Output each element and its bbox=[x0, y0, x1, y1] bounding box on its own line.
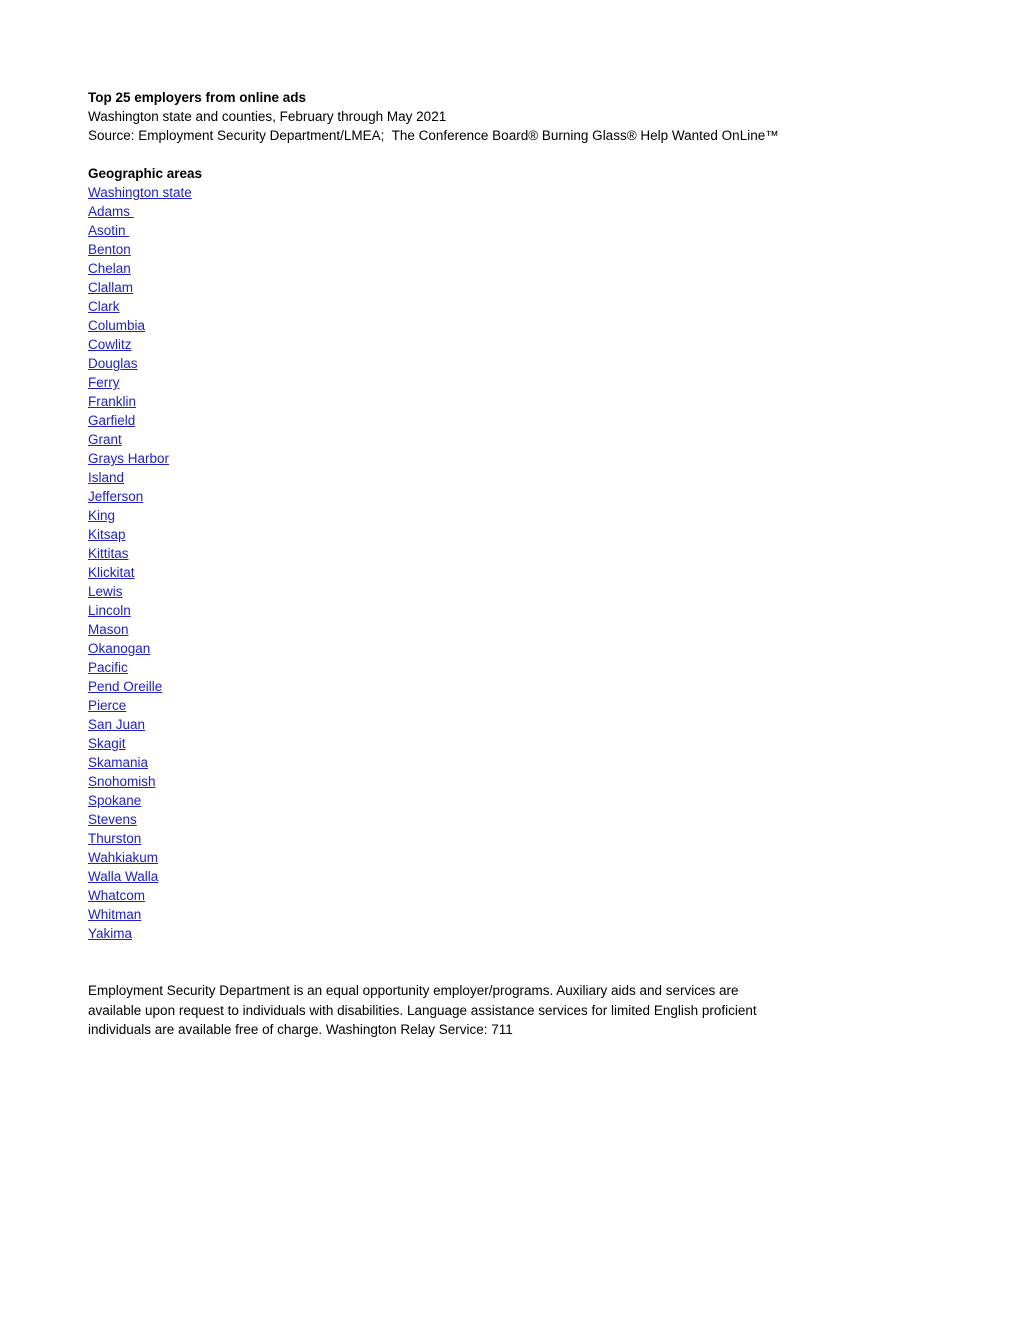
list-item: Douglas bbox=[88, 354, 932, 373]
geo-link-washington-state[interactable]: Washington state bbox=[88, 185, 192, 200]
list-item: Franklin bbox=[88, 392, 932, 411]
geo-link-franklin[interactable]: Franklin bbox=[88, 394, 136, 409]
geo-link-cowlitz[interactable]: Cowlitz bbox=[88, 337, 132, 352]
list-item: Pierce bbox=[88, 696, 932, 715]
geo-link-san-juan[interactable]: San Juan bbox=[88, 717, 145, 732]
list-footer-spacer bbox=[88, 943, 932, 981]
document-header: Top 25 employers from online ads Washing… bbox=[88, 88, 932, 145]
geo-link-clark[interactable]: Clark bbox=[88, 299, 120, 314]
document-title: Top 25 employers from online ads bbox=[88, 90, 307, 105]
geo-link-columbia[interactable]: Columbia bbox=[88, 318, 145, 333]
geo-link-grays-harbor[interactable]: Grays Harbor bbox=[88, 451, 169, 466]
equal-opportunity-notice: Employment Security Department is an equ… bbox=[88, 983, 757, 1037]
geographic-areas-list: Washington state Adams Asotin Benton Che… bbox=[88, 183, 932, 943]
list-item: Kittitas bbox=[88, 544, 932, 563]
geo-link-spokane[interactable]: Spokane bbox=[88, 793, 141, 808]
geo-link-garfield[interactable]: Garfield bbox=[88, 413, 135, 428]
geo-link-skamania[interactable]: Skamania bbox=[88, 755, 148, 770]
geo-link-island[interactable]: Island bbox=[88, 470, 124, 485]
geo-link-adams[interactable]: Adams bbox=[88, 204, 134, 219]
list-item: Okanogan bbox=[88, 639, 932, 658]
list-item: Chelan bbox=[88, 259, 932, 278]
list-item: Yakima bbox=[88, 924, 932, 943]
geo-link-klickitat[interactable]: Klickitat bbox=[88, 565, 135, 580]
list-item: Washington state bbox=[88, 183, 932, 202]
list-item: Whatcom bbox=[88, 886, 932, 905]
geo-link-ferry[interactable]: Ferry bbox=[88, 375, 120, 390]
list-item: Wahkiakum bbox=[88, 848, 932, 867]
list-item: Adams bbox=[88, 202, 932, 221]
list-item: Spokane bbox=[88, 791, 932, 810]
geo-link-whitman[interactable]: Whitman bbox=[88, 907, 141, 922]
geo-link-thurston[interactable]: Thurston bbox=[88, 831, 141, 846]
geo-link-snohomish[interactable]: Snohomish bbox=[88, 774, 156, 789]
geo-link-stevens[interactable]: Stevens bbox=[88, 812, 137, 827]
list-item: Lewis bbox=[88, 582, 932, 601]
list-item: Walla Walla bbox=[88, 867, 932, 886]
geo-link-jefferson[interactable]: Jefferson bbox=[88, 489, 143, 504]
header-list-spacer bbox=[88, 145, 932, 164]
list-item: Pacific bbox=[88, 658, 932, 677]
geo-link-skagit[interactable]: Skagit bbox=[88, 736, 126, 751]
geo-link-whatcom[interactable]: Whatcom bbox=[88, 888, 145, 903]
list-item: Cowlitz bbox=[88, 335, 932, 354]
geo-link-chelan[interactable]: Chelan bbox=[88, 261, 131, 276]
list-item: Grays Harbor bbox=[88, 449, 932, 468]
geo-link-walla-walla[interactable]: Walla Walla bbox=[88, 869, 158, 884]
geo-link-wahkiakum[interactable]: Wahkiakum bbox=[88, 850, 158, 865]
document-subtitle: Washington state and counties, February … bbox=[88, 109, 447, 124]
list-item: Grant bbox=[88, 430, 932, 449]
geo-link-kittitas[interactable]: Kittitas bbox=[88, 546, 129, 561]
geo-link-yakima[interactable]: Yakima bbox=[88, 926, 132, 941]
geo-link-okanogan[interactable]: Okanogan bbox=[88, 641, 150, 656]
list-item: Asotin bbox=[88, 221, 932, 240]
list-item: Columbia bbox=[88, 316, 932, 335]
geo-link-lewis[interactable]: Lewis bbox=[88, 584, 123, 599]
list-item: Clallam bbox=[88, 278, 932, 297]
geo-link-benton[interactable]: Benton bbox=[88, 242, 131, 257]
geo-link-grant[interactable]: Grant bbox=[88, 432, 122, 447]
list-item: Island bbox=[88, 468, 932, 487]
list-item: Whitman bbox=[88, 905, 932, 924]
list-item: Benton bbox=[88, 240, 932, 259]
geo-link-douglas[interactable]: Douglas bbox=[88, 356, 138, 371]
geographic-areas-heading: Geographic areas bbox=[88, 166, 203, 181]
list-item: Kitsap bbox=[88, 525, 932, 544]
list-item: Mason bbox=[88, 620, 932, 639]
list-item: Pend Oreille bbox=[88, 677, 932, 696]
list-item: King bbox=[88, 506, 932, 525]
geo-link-pierce[interactable]: Pierce bbox=[88, 698, 126, 713]
list-item: Jefferson bbox=[88, 487, 932, 506]
geo-link-mason[interactable]: Mason bbox=[88, 622, 129, 637]
list-item: Thurston bbox=[88, 829, 932, 848]
list-item: Skamania bbox=[88, 753, 932, 772]
list-item: San Juan bbox=[88, 715, 932, 734]
geo-link-clallam[interactable]: Clallam bbox=[88, 280, 133, 295]
document-page: Top 25 employers from online ads Washing… bbox=[0, 0, 1020, 1320]
list-item: Lincoln bbox=[88, 601, 932, 620]
list-item: Ferry bbox=[88, 373, 932, 392]
list-item: Clark bbox=[88, 297, 932, 316]
list-item: Klickitat bbox=[88, 563, 932, 582]
list-item: Stevens bbox=[88, 810, 932, 829]
geo-link-king[interactable]: King bbox=[88, 508, 115, 523]
list-item: Skagit bbox=[88, 734, 932, 753]
geo-link-asotin[interactable]: Asotin bbox=[88, 223, 129, 238]
geo-link-kitsap[interactable]: Kitsap bbox=[88, 527, 126, 542]
geo-link-pend-oreille[interactable]: Pend Oreille bbox=[88, 679, 162, 694]
geo-link-lincoln[interactable]: Lincoln bbox=[88, 603, 131, 618]
geo-link-pacific[interactable]: Pacific bbox=[88, 660, 128, 675]
list-item: Snohomish bbox=[88, 772, 932, 791]
document-source: Source: Employment Security Department/L… bbox=[88, 128, 779, 143]
list-item: Garfield bbox=[88, 411, 932, 430]
